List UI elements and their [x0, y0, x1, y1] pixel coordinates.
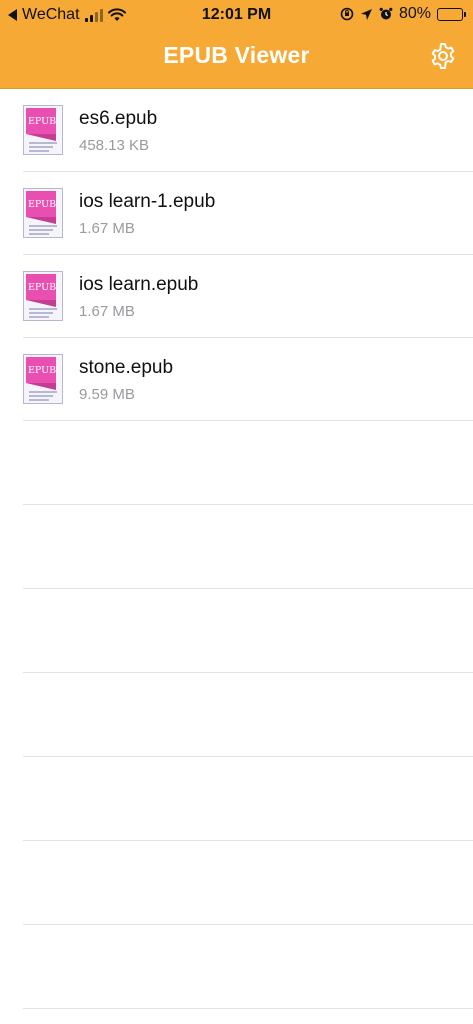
navigation-bar: WeChat 12:01 PM 80% EPUB Viewer [0, 0, 473, 89]
epub-viewer-app: WeChat 12:01 PM 80% EPUB Viewer EPUB es6… [0, 0, 473, 1024]
epub-icon-label: EPUB [28, 282, 56, 293]
epub-file-icon: EPUB [23, 105, 63, 155]
gear-icon[interactable] [429, 42, 457, 70]
file-size: 1.67 MB [79, 303, 135, 320]
epub-file-icon: EPUB [23, 354, 63, 404]
empty-row [23, 589, 473, 673]
file-row[interactable]: EPUB stone.epub 9.59 MB [23, 338, 473, 421]
status-right: 80% [340, 5, 466, 23]
epub-file-icon: EPUB [23, 271, 63, 321]
rotation-lock-icon [340, 7, 354, 21]
battery-percent: 80% [398, 5, 431, 22]
location-icon [360, 8, 372, 20]
empty-row [23, 841, 473, 925]
empty-row [23, 673, 473, 757]
empty-row [23, 421, 473, 505]
empty-row [23, 925, 473, 1009]
page-title: EPUB Viewer [163, 42, 310, 68]
battery-icon [437, 7, 466, 21]
empty-row [23, 757, 473, 841]
epub-icon-label: EPUB [28, 116, 56, 127]
file-size: 1.67 MB [79, 220, 135, 237]
file-size: 458.13 KB [79, 137, 150, 154]
file-name: es6.epub [79, 108, 158, 129]
status-bar: WeChat 12:01 PM 80% [0, 0, 473, 30]
epub-icon-label: EPUB [28, 199, 56, 210]
file-name: ios learn.epub [79, 274, 199, 295]
file-row[interactable]: EPUB es6.epub 458.13 KB [23, 89, 473, 172]
alarm-icon [379, 7, 393, 20]
file-list: EPUB es6.epub 458.13 KB EPUB ios learn-1… [0, 89, 473, 1009]
epub-icon-label: EPUB [28, 365, 56, 376]
empty-row [23, 505, 473, 589]
file-name: ios learn-1.epub [79, 191, 216, 212]
file-size: 9.59 MB [79, 386, 135, 403]
file-row[interactable]: EPUB ios learn.epub 1.67 MB [23, 255, 473, 338]
epub-file-icon: EPUB [23, 188, 63, 238]
file-row[interactable]: EPUB ios learn-1.epub 1.67 MB [23, 172, 473, 255]
file-name: stone.epub [79, 357, 174, 378]
